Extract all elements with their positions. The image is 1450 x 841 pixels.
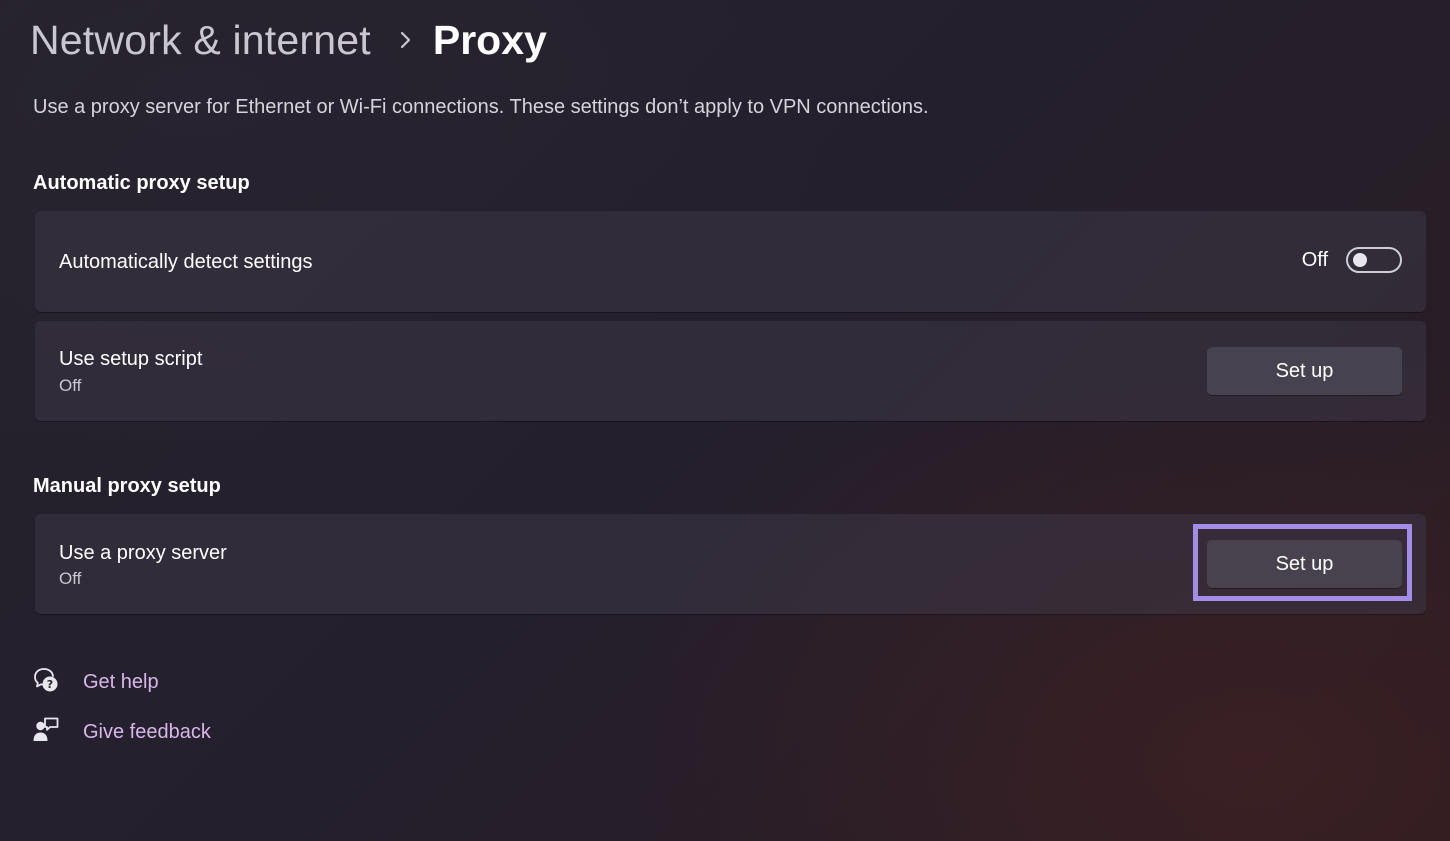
chevron-right-icon (399, 30, 413, 50)
automatic-proxy-heading: Automatic proxy setup (33, 172, 250, 194)
toggle-knob (1353, 253, 1367, 267)
setup-script-card: Use setup script Off Set up (35, 321, 1426, 421)
give-feedback-label: Give feedback (83, 721, 211, 743)
proxy-server-title: Use a proxy server (59, 542, 227, 564)
auto-detect-toggle[interactable] (1346, 247, 1402, 273)
setup-script-setup-button[interactable]: Set up (1207, 347, 1402, 395)
manual-proxy-heading: Manual proxy setup (33, 475, 221, 497)
get-help-icon: ? (33, 667, 59, 698)
auto-detect-toggle-label: Off (1301, 248, 1328, 271)
breadcrumb-parent-link[interactable]: Network & internet (30, 17, 371, 64)
give-feedback-link[interactable]: Give feedback (33, 717, 211, 748)
auto-detect-title: Automatically detect settings (59, 251, 313, 273)
svg-text:?: ? (47, 678, 53, 691)
proxy-server-status: Off (59, 569, 82, 588)
auto-detect-settings-card: Automatically detect settings Off (35, 211, 1426, 312)
setup-script-title: Use setup script (59, 348, 203, 370)
page-title: Proxy (432, 16, 547, 63)
highlight-box (1193, 524, 1412, 601)
setup-script-status: Off (59, 376, 82, 395)
get-help-link[interactable]: ? Get help (33, 667, 159, 698)
give-feedback-icon (33, 717, 59, 748)
get-help-label: Get help (83, 671, 159, 693)
breadcrumb: Network & internet Proxy (30, 14, 547, 66)
page-description: Use a proxy server for Ethernet or Wi-Fi… (33, 96, 929, 118)
auto-detect-toggle-group: Off (1302, 247, 1402, 273)
